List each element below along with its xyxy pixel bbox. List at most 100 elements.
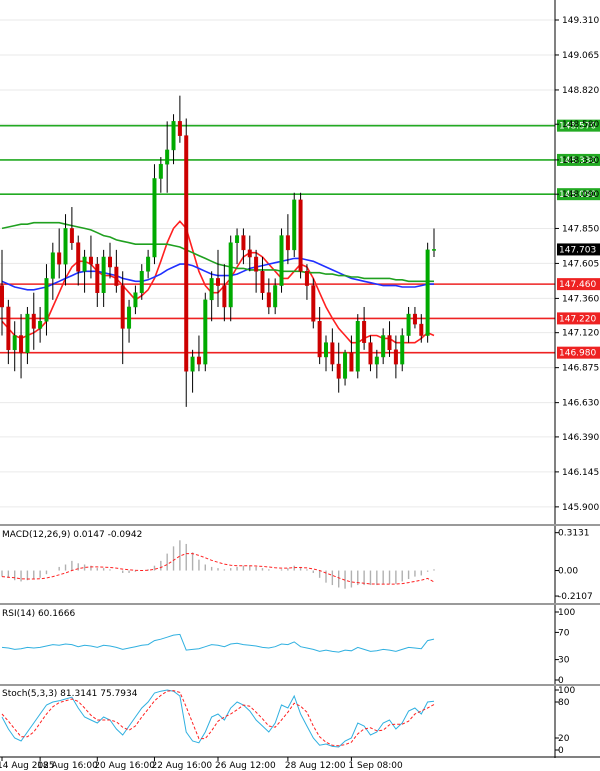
bullish-candle [324,342,328,358]
bullish-candle [25,313,30,353]
bearish-candle [19,335,24,353]
bullish-candle [44,278,49,322]
bearish-candle [266,292,271,308]
time-tick-label: 28 Aug 12:00 [285,761,346,771]
bullish-candle [146,256,151,272]
time-tick-label: 26 Aug 12:00 [215,761,276,771]
bearish-candle [298,199,303,272]
macd-title: MACD(12,26,9) 0.0147 -0.0942 [2,530,142,540]
bullish-candle [374,356,379,365]
bearish-candle [247,249,252,258]
bullish-candle [152,178,157,258]
bearish-candle [362,321,367,343]
bullish-candle [209,278,214,301]
price-tick-label: 148.330 [562,156,599,166]
time-tick-label: 22 Aug 16:00 [151,761,212,771]
stoch-tick-label: 80 [558,698,570,708]
bullish-candle [343,352,348,379]
bearish-candle [368,342,373,365]
bullish-candle [432,249,436,251]
bearish-candle [260,271,265,293]
bullish-candle [406,313,411,336]
bearish-candle [311,285,316,322]
time-tick-label: 1 Sep 08:00 [348,761,403,771]
price-tick-label: 146.390 [562,433,599,443]
bearish-candle [419,323,424,336]
forex-chart: 148.570148.330148.090147.460147.220146.9… [0,0,600,771]
bearish-candle [336,363,341,379]
price-tick-label: 148.580 [562,120,599,130]
bearish-candle [69,228,74,243]
bullish-candle [425,249,430,336]
bearish-candle [412,313,417,325]
stoch-tick-label: 100 [558,686,575,696]
bullish-candle [400,335,405,365]
bullish-candle [133,292,138,308]
price-tick-label: 145.900 [562,503,599,513]
bullish-candle [63,228,68,265]
rsi-tick-label: 30 [558,656,570,666]
bullish-candle [139,271,144,293]
bullish-candle [203,299,208,365]
support-level-label: 147.460 [559,280,596,290]
support-level-label: 146.980 [559,349,596,359]
price-tick-label: 147.360 [562,294,599,304]
time-tick-label: 20 Aug 16:00 [94,761,155,771]
price-tick-label: 146.630 [562,399,599,409]
bearish-candle [387,335,392,351]
stoch-tick-label: 0 [558,746,564,756]
bearish-candle [108,256,112,268]
bullish-candle [127,306,132,329]
macd-tick-label: 0.3131 [558,529,590,539]
bullish-candle [273,285,278,308]
bullish-candle [101,256,106,293]
bullish-candle [228,242,233,308]
bearish-candle [76,242,81,272]
bearish-candle [330,342,335,365]
bullish-candle [235,235,240,243]
support-level-label: 147.220 [559,314,596,324]
bullish-candle [279,235,284,286]
price-tick-label: 147.120 [562,329,599,339]
bearish-candle [317,321,322,358]
bullish-candle [292,199,297,251]
price-tick-label: 147.850 [562,224,599,234]
last-price-label: 147.703 [559,245,596,255]
bearish-candle [222,285,227,308]
price-tick-label: 149.310 [562,16,599,26]
price-tick-label: 147.605 [562,259,599,269]
bearish-candle [114,266,119,286]
bearish-candle [120,285,125,329]
price-tick-label: 149.065 [562,51,599,61]
price-tick-label: 148.820 [562,86,599,96]
bearish-candle [177,121,182,136]
bullish-candle [190,356,195,372]
bearish-candle [216,278,220,286]
macd-tick-label: 0.00 [558,567,578,577]
price-tick-label: 146.145 [562,468,599,478]
stoch-tick-label: 20 [558,734,570,744]
bearish-candle [304,271,309,286]
bearish-candle [184,135,189,372]
bearish-candle [95,263,100,293]
bullish-candle [381,335,386,358]
bullish-candle [12,335,17,351]
bearish-candle [57,252,62,265]
rsi-tick-label: 100 [558,608,575,618]
price-tick-label: 148.090 [562,190,599,200]
bullish-candle [165,149,170,165]
bearish-candle [393,349,398,365]
bearish-candle [349,352,354,372]
bearish-candle [88,256,93,265]
bearish-candle [6,306,11,351]
price-tick-label: 146.875 [562,364,599,374]
bearish-candle [196,356,201,365]
bullish-candle [50,252,55,279]
bullish-candle [82,256,87,272]
bearish-candle [241,235,246,251]
bullish-candle [355,321,360,372]
bearish-candle [0,285,4,308]
rsi-title: RSI(14) 60.1666 [2,609,75,619]
time-tick-label: 18 Aug 16:00 [37,761,98,771]
bearish-candle [254,256,259,272]
